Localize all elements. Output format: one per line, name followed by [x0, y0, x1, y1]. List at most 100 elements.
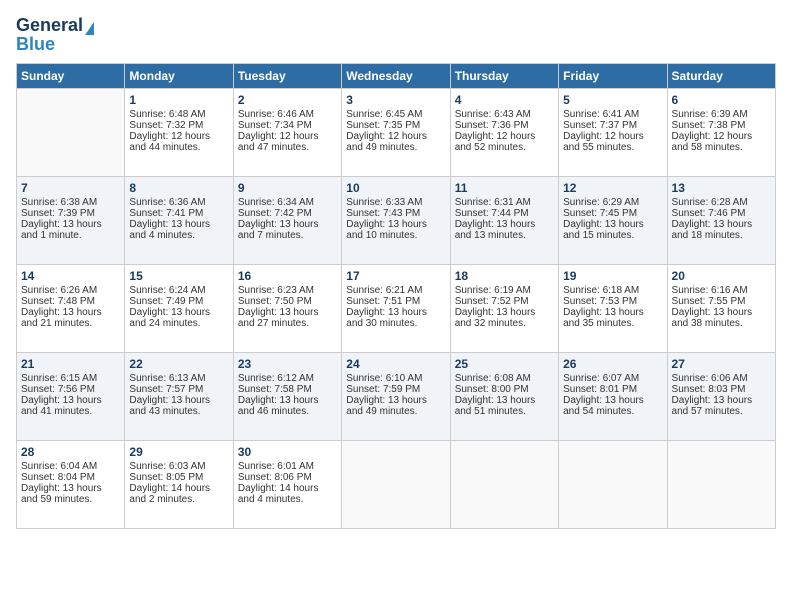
calendar-cell: 8Sunrise: 6:36 AMSunset: 7:41 PMDaylight… [125, 176, 233, 264]
day-info: Daylight: 13 hours [129, 395, 228, 406]
day-info: Sunrise: 6:38 AM [21, 197, 120, 208]
day-info: Daylight: 13 hours [563, 307, 662, 318]
day-number: 7 [21, 181, 120, 195]
calendar-cell: 22Sunrise: 6:13 AMSunset: 7:57 PMDayligh… [125, 352, 233, 440]
day-number: 26 [563, 357, 662, 371]
day-info: and 35 minutes. [563, 318, 662, 329]
day-info: Sunrise: 6:31 AM [455, 197, 554, 208]
day-info: Sunset: 7:55 PM [672, 296, 771, 307]
day-number: 20 [672, 269, 771, 283]
day-info: Sunrise: 6:48 AM [129, 109, 228, 120]
day-number: 12 [563, 181, 662, 195]
day-info: Sunrise: 6:26 AM [21, 285, 120, 296]
day-number: 22 [129, 357, 228, 371]
day-info: Sunset: 8:00 PM [455, 384, 554, 395]
day-number: 14 [21, 269, 120, 283]
day-number: 9 [238, 181, 337, 195]
calendar-cell: 19Sunrise: 6:18 AMSunset: 7:53 PMDayligh… [559, 264, 667, 352]
header-cell-friday: Friday [559, 63, 667, 88]
day-info: Sunset: 7:32 PM [129, 120, 228, 131]
header-cell-sunday: Sunday [17, 63, 125, 88]
day-number: 1 [129, 93, 228, 107]
day-info: Sunset: 7:58 PM [238, 384, 337, 395]
day-info: and 2 minutes. [129, 494, 228, 505]
day-info: Sunset: 7:46 PM [672, 208, 771, 219]
day-info: and 46 minutes. [238, 406, 337, 417]
day-number: 19 [563, 269, 662, 283]
day-info: Sunset: 7:35 PM [346, 120, 445, 131]
calendar-cell: 11Sunrise: 6:31 AMSunset: 7:44 PMDayligh… [450, 176, 558, 264]
calendar-cell: 30Sunrise: 6:01 AMSunset: 8:06 PMDayligh… [233, 440, 341, 528]
day-info: Daylight: 13 hours [455, 395, 554, 406]
day-info: and 4 minutes. [129, 230, 228, 241]
day-info: Daylight: 12 hours [563, 131, 662, 142]
day-info: and 54 minutes. [563, 406, 662, 417]
week-row-5: 28Sunrise: 6:04 AMSunset: 8:04 PMDayligh… [17, 440, 776, 528]
day-info: Sunrise: 6:23 AM [238, 285, 337, 296]
header-cell-monday: Monday [125, 63, 233, 88]
day-info: and 32 minutes. [455, 318, 554, 329]
day-info: Daylight: 13 hours [238, 307, 337, 318]
calendar-cell: 18Sunrise: 6:19 AMSunset: 7:52 PMDayligh… [450, 264, 558, 352]
header-cell-thursday: Thursday [450, 63, 558, 88]
calendar-table: SundayMondayTuesdayWednesdayThursdayFrid… [16, 63, 776, 529]
day-info: Sunrise: 6:36 AM [129, 197, 228, 208]
logo-blue: Blue [16, 34, 55, 55]
day-info: and 51 minutes. [455, 406, 554, 417]
week-row-2: 7Sunrise: 6:38 AMSunset: 7:39 PMDaylight… [17, 176, 776, 264]
day-info: Daylight: 13 hours [672, 307, 771, 318]
day-info: Sunset: 7:43 PM [346, 208, 445, 219]
day-info: Sunrise: 6:29 AM [563, 197, 662, 208]
day-info: Sunset: 7:44 PM [455, 208, 554, 219]
calendar-cell: 29Sunrise: 6:03 AMSunset: 8:05 PMDayligh… [125, 440, 233, 528]
calendar-cell: 15Sunrise: 6:24 AMSunset: 7:49 PMDayligh… [125, 264, 233, 352]
calendar-cell: 27Sunrise: 6:06 AMSunset: 8:03 PMDayligh… [667, 352, 775, 440]
day-info: Daylight: 13 hours [672, 395, 771, 406]
day-info: Sunset: 7:42 PM [238, 208, 337, 219]
day-number: 6 [672, 93, 771, 107]
day-info: and 21 minutes. [21, 318, 120, 329]
calendar-cell: 1Sunrise: 6:48 AMSunset: 7:32 PMDaylight… [125, 88, 233, 176]
day-info: Sunrise: 6:45 AM [346, 109, 445, 120]
day-info: Daylight: 13 hours [21, 395, 120, 406]
calendar-cell: 26Sunrise: 6:07 AMSunset: 8:01 PMDayligh… [559, 352, 667, 440]
day-info: and 43 minutes. [129, 406, 228, 417]
day-info: Sunrise: 6:28 AM [672, 197, 771, 208]
day-info: and 18 minutes. [672, 230, 771, 241]
day-info: Daylight: 13 hours [238, 219, 337, 230]
day-info: Sunset: 8:01 PM [563, 384, 662, 395]
day-info: Sunrise: 6:19 AM [455, 285, 554, 296]
calendar-cell: 12Sunrise: 6:29 AMSunset: 7:45 PMDayligh… [559, 176, 667, 264]
day-number: 24 [346, 357, 445, 371]
day-number: 2 [238, 93, 337, 107]
day-number: 18 [455, 269, 554, 283]
day-info: Daylight: 12 hours [238, 131, 337, 142]
day-number: 16 [238, 269, 337, 283]
calendar-cell: 17Sunrise: 6:21 AMSunset: 7:51 PMDayligh… [342, 264, 450, 352]
day-info: Daylight: 13 hours [129, 307, 228, 318]
day-info: Sunrise: 6:24 AM [129, 285, 228, 296]
calendar-cell: 23Sunrise: 6:12 AMSunset: 7:58 PMDayligh… [233, 352, 341, 440]
day-info: Daylight: 13 hours [346, 395, 445, 406]
day-info: Sunset: 7:41 PM [129, 208, 228, 219]
day-info: Daylight: 13 hours [238, 395, 337, 406]
day-info: Sunrise: 6:08 AM [455, 373, 554, 384]
calendar-cell: 4Sunrise: 6:43 AMSunset: 7:36 PMDaylight… [450, 88, 558, 176]
day-info: Daylight: 12 hours [346, 131, 445, 142]
calendar-cell: 9Sunrise: 6:34 AMSunset: 7:42 PMDaylight… [233, 176, 341, 264]
day-info: and 49 minutes. [346, 406, 445, 417]
page-header: General Blue [16, 16, 776, 55]
day-number: 3 [346, 93, 445, 107]
day-info: Sunrise: 6:43 AM [455, 109, 554, 120]
day-info: Sunset: 7:36 PM [455, 120, 554, 131]
day-info: Sunrise: 6:18 AM [563, 285, 662, 296]
day-info: Sunset: 7:37 PM [563, 120, 662, 131]
day-info: Sunrise: 6:06 AM [672, 373, 771, 384]
day-number: 25 [455, 357, 554, 371]
calendar-cell: 2Sunrise: 6:46 AMSunset: 7:34 PMDaylight… [233, 88, 341, 176]
calendar-cell: 6Sunrise: 6:39 AMSunset: 7:38 PMDaylight… [667, 88, 775, 176]
day-info: Sunset: 8:04 PM [21, 472, 120, 483]
day-info: Sunrise: 6:33 AM [346, 197, 445, 208]
week-row-4: 21Sunrise: 6:15 AMSunset: 7:56 PMDayligh… [17, 352, 776, 440]
day-info: Daylight: 13 hours [21, 219, 120, 230]
